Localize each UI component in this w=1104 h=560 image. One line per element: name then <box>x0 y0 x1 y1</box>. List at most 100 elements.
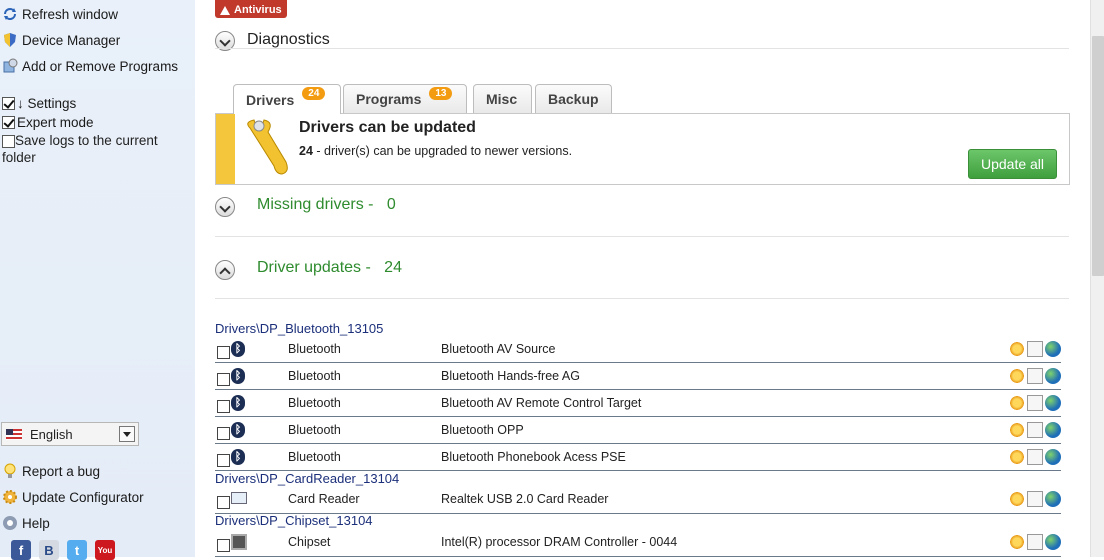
row-checkbox[interactable] <box>217 496 230 509</box>
tab-misc-label: Misc <box>486 91 518 107</box>
missing-drivers-toggle[interactable] <box>215 197 235 217</box>
table-row[interactable]: Card Reader Realtek USB 2.0 Card Reader <box>215 486 1061 514</box>
globe-icon[interactable] <box>1045 341 1061 357</box>
language-label: English <box>30 426 73 442</box>
expert-mode-label: Expert mode <box>17 114 94 130</box>
language-select[interactable]: English <box>1 422 139 446</box>
tab-backup-label: Backup <box>548 91 599 107</box>
tab-backup[interactable]: Backup <box>535 84 612 113</box>
settings-label: ↓ Settings <box>17 95 77 111</box>
add-remove-programs-link[interactable]: Add or Remove Programs <box>2 56 178 76</box>
save-logs-checkbox[interactable] <box>2 135 15 148</box>
driver-updates-label: Driver updates - <box>257 259 371 276</box>
row-category: Bluetooth <box>288 396 341 410</box>
device-manager-link[interactable]: Device Manager <box>2 30 120 50</box>
programs-icon <box>2 58 18 74</box>
youtube-icon[interactable]: You <box>95 540 115 560</box>
main-content: Antivirus Diagnostics Drivers 24 Program… <box>195 0 1090 557</box>
update-configurator-link[interactable]: Update Configurator <box>2 487 144 507</box>
blogger-icon[interactable]: B <box>39 540 59 560</box>
refresh-icon <box>2 6 18 22</box>
vertical-scrollbar[interactable] <box>1090 0 1104 557</box>
update-configurator-label: Update Configurator <box>22 489 144 505</box>
sun-icon[interactable] <box>1009 422 1025 438</box>
globe-icon[interactable] <box>1045 449 1061 465</box>
scrollbar-thumb[interactable] <box>1092 36 1104 276</box>
document-icon[interactable] <box>1027 422 1043 438</box>
facebook-icon[interactable]: f <box>11 540 31 560</box>
row-category: Bluetooth <box>288 369 341 383</box>
card-reader-icon <box>231 492 247 504</box>
table-row[interactable]: ᛒ Bluetooth Bluetooth Hands-free AG <box>215 363 1061 390</box>
sidebar: Refresh window Device Manager Add or Rem… <box>0 0 195 560</box>
globe-icon[interactable] <box>1045 395 1061 411</box>
table-row[interactable]: ᛒ Bluetooth Bluetooth AV Source <box>215 336 1061 363</box>
group-path[interactable]: Drivers\DP_CardReader_13104 <box>215 471 399 486</box>
refresh-window-label: Refresh window <box>22 6 119 22</box>
globe-icon[interactable] <box>1045 422 1061 438</box>
tab-misc[interactable]: Misc <box>473 84 532 113</box>
save-logs-option[interactable]: Save logs to the current folder <box>2 132 182 166</box>
group-path[interactable]: Drivers\DP_Bluetooth_13105 <box>215 321 383 336</box>
table-row[interactable]: ᛒ Bluetooth Bluetooth AV Remote Control … <box>215 390 1061 417</box>
missing-drivers-title: Missing drivers - 0 <box>257 196 396 214</box>
tab-programs[interactable]: Programs 13 <box>343 84 467 113</box>
sun-icon[interactable] <box>1009 449 1025 465</box>
twitter-icon[interactable]: t <box>67 540 87 560</box>
table-row[interactable]: ᛒ Bluetooth Bluetooth Phonebook Acess PS… <box>215 444 1061 471</box>
wrench-icon <box>242 118 300 178</box>
settings-checkbox[interactable] <box>2 96 15 110</box>
device-manager-label: Device Manager <box>22 32 121 48</box>
document-icon[interactable] <box>1027 341 1043 357</box>
globe-icon[interactable] <box>1045 534 1061 550</box>
row-checkbox[interactable] <box>217 346 230 359</box>
row-checkbox[interactable] <box>217 400 230 413</box>
sun-icon[interactable] <box>1009 368 1025 384</box>
row-checkbox[interactable] <box>217 373 230 386</box>
document-icon[interactable] <box>1027 491 1043 507</box>
help-link[interactable]: Help <box>2 513 50 533</box>
panel-message: 24 - driver(s) can be upgraded to newer … <box>299 144 572 158</box>
chevron-down-icon[interactable] <box>119 426 135 442</box>
row-checkbox[interactable] <box>217 454 230 467</box>
refresh-window-link[interactable]: Refresh window <box>2 4 118 24</box>
row-category: Bluetooth <box>288 450 341 464</box>
tab-drivers-label: Drivers <box>246 91 295 108</box>
settings-toggle[interactable]: ↓ Settings <box>2 93 76 113</box>
sun-icon[interactable] <box>1009 341 1025 357</box>
sun-icon[interactable] <box>1009 395 1025 411</box>
bluetooth-icon: ᛒ <box>231 395 245 411</box>
table-row[interactable]: ᛒ Bluetooth Bluetooth OPP <box>215 417 1061 444</box>
save-logs-label: Save logs to the current folder <box>2 133 158 165</box>
document-icon[interactable] <box>1027 395 1043 411</box>
expert-mode-checkbox[interactable] <box>2 115 15 129</box>
panel-stripe <box>216 114 235 184</box>
row-category: Card Reader <box>288 492 360 506</box>
row-checkbox[interactable] <box>217 427 230 440</box>
row-checkbox[interactable] <box>217 539 230 552</box>
row-category: Bluetooth <box>288 342 341 356</box>
globe-icon[interactable] <box>1045 368 1061 384</box>
row-name: Bluetooth OPP <box>441 423 524 437</box>
row-category: Bluetooth <box>288 423 341 437</box>
expert-mode-option[interactable]: Expert mode <box>2 112 94 132</box>
gear-icon <box>2 489 18 505</box>
report-bug-link[interactable]: Report a bug <box>2 461 100 481</box>
us-flag-icon <box>6 428 22 440</box>
tab-drivers[interactable]: Drivers 24 <box>233 84 341 114</box>
globe-icon[interactable] <box>1045 491 1061 507</box>
sun-icon[interactable] <box>1009 534 1025 550</box>
document-icon[interactable] <box>1027 449 1043 465</box>
antivirus-badge[interactable]: Antivirus <box>215 0 287 18</box>
sun-icon[interactable] <box>1009 491 1025 507</box>
table-row[interactable]: Chipset Intel(R) processor DRAM Controll… <box>215 529 1061 557</box>
row-name: Intel(R) processor DRAM Controller - 004… <box>441 535 678 549</box>
update-all-button[interactable]: Update all <box>968 149 1057 179</box>
document-icon[interactable] <box>1027 368 1043 384</box>
driver-updates-toggle[interactable] <box>215 260 235 280</box>
shield-icon <box>2 32 18 48</box>
row-name: Bluetooth Hands-free AG <box>441 369 580 383</box>
row-name: Bluetooth AV Source <box>441 342 556 356</box>
group-path[interactable]: Drivers\DP_Chipset_13104 <box>215 513 373 528</box>
document-icon[interactable] <box>1027 534 1043 550</box>
